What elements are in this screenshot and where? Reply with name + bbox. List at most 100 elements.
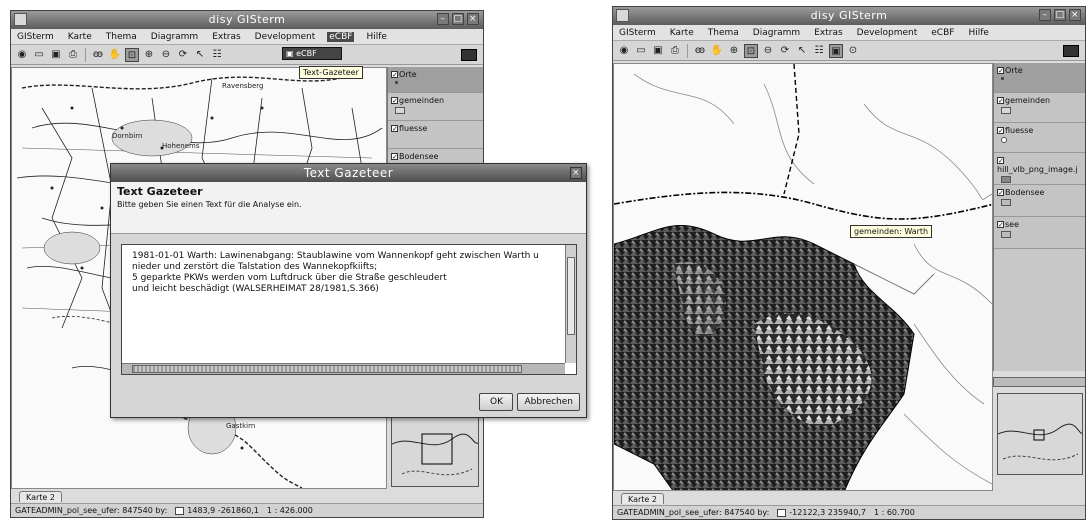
menu-hilfe[interactable]: Hilfe <box>364 32 388 42</box>
menu-diagramm[interactable]: Diagramm <box>149 32 200 42</box>
zoom-in-icon[interactable]: ⊕ <box>142 48 156 62</box>
layer-checkbox[interactable]: ✓ <box>391 71 398 79</box>
ecbf-logo-icon <box>461 48 477 61</box>
left-tabbar: Karte 2 <box>11 489 483 502</box>
menu-ecbf[interactable]: eCBF <box>327 31 355 42</box>
menu-thema[interactable]: Thema <box>104 32 139 42</box>
right-menubar: GISterm Karte Thema Diagramm Extras Deve… <box>613 25 1085 41</box>
info-icon[interactable]: ⊙ <box>846 44 860 58</box>
close-icon[interactable]: × <box>467 13 479 25</box>
select-icon[interactable]: ↖ <box>193 48 207 62</box>
globe-icon[interactable]: ◉ <box>617 44 631 58</box>
layer-checkbox[interactable]: ✓ <box>997 127 1004 135</box>
open-icon[interactable]: ▭ <box>634 44 648 58</box>
layer-bodensee[interactable]: ✓Bodensee <box>994 185 1085 217</box>
menu-development[interactable]: Development <box>253 32 318 42</box>
menu-thema[interactable]: Thema <box>706 28 741 38</box>
right-statusbar: GATEADMIN_pol_see_ufer: 847540 by: -1212… <box>613 505 1085 519</box>
zoom-box-icon[interactable]: ⊡ <box>744 43 758 58</box>
pan-icon[interactable]: ✋ <box>108 48 122 62</box>
layer-see[interactable]: ✓see <box>994 217 1085 249</box>
dialog-close-icon[interactable]: × <box>570 167 582 179</box>
dialog-title-bar[interactable]: Text Gazeteer × <box>111 164 586 182</box>
zoom-out-icon[interactable]: ⊖ <box>159 48 173 62</box>
left-menubar: GISterm Karte Thema Diagramm Extras Deve… <box>11 29 483 45</box>
vertical-scrollbar[interactable] <box>565 245 576 363</box>
right-toolbar: ◉ ▭ ▣ ⎙ ꙭ ✋ ⊕ ⊡ ⊖ ⟳ ↖ ☷ ▣ ⊙ <box>613 41 1085 61</box>
map-label-hohenems: Hohenems <box>162 142 200 150</box>
zoom-out-icon[interactable]: ⊖ <box>761 44 775 58</box>
menu-diagramm[interactable]: Diagramm <box>751 28 802 38</box>
maximize-icon[interactable]: □ <box>452 13 464 25</box>
left-title-bar[interactable]: disy GISterm – □ × <box>11 11 483 29</box>
ok-button[interactable]: OK <box>479 393 514 411</box>
layer-fluesse[interactable]: ✓fluesse <box>388 121 483 149</box>
layer-checkbox[interactable]: ✓ <box>391 153 398 161</box>
open-icon[interactable]: ▭ <box>32 48 46 62</box>
tab-karte-2[interactable]: Karte 2 <box>19 491 62 502</box>
layer-checkbox[interactable]: ✓ <box>997 67 1004 75</box>
menu-gisterm[interactable]: GISterm <box>15 32 56 42</box>
text-gazeteer-dialog: Text Gazeteer × Text Gazeteer Bitte gebe… <box>110 163 587 418</box>
layer-checkbox[interactable]: ✓ <box>997 221 1004 229</box>
status-coords: -12122,3 235940,7 <box>777 508 866 517</box>
menu-development[interactable]: Development <box>855 28 920 38</box>
polygon-symbol-icon <box>1001 199 1011 206</box>
zoom-box-icon[interactable]: ⊡ <box>125 47 139 62</box>
layer-checkbox[interactable]: ✓ <box>997 157 1004 165</box>
status-coords-value: 1483,9 -261860,1 <box>187 506 259 515</box>
globe-icon[interactable]: ◉ <box>15 48 29 62</box>
print-icon[interactable]: ⎙ <box>66 48 80 62</box>
refresh-icon[interactable]: ⟳ <box>778 44 792 58</box>
horizontal-scrollbar[interactable] <box>122 363 565 374</box>
save-icon[interactable]: ▣ <box>49 48 63 62</box>
right-map-canvas[interactable]: warth <box>613 63 993 491</box>
maximize-icon[interactable]: □ <box>1054 9 1066 21</box>
print-icon[interactable]: ⎙ <box>668 44 682 58</box>
menu-karte[interactable]: Karte <box>66 32 94 42</box>
table-icon[interactable]: ☷ <box>210 48 224 62</box>
layer-fluesse[interactable]: ✓fluesse <box>994 123 1085 153</box>
right-title-bar[interactable]: disy GISterm – □ × <box>613 7 1085 25</box>
layer-checkbox[interactable]: ✓ <box>997 97 1004 105</box>
layer-label: see <box>1005 220 1020 229</box>
raster-symbol-icon <box>1001 176 1011 183</box>
layer-gemeinden[interactable]: ✓gemeinden <box>994 93 1085 123</box>
menu-ecbf[interactable]: eCBF <box>929 28 956 38</box>
close-icon[interactable]: × <box>1069 9 1081 21</box>
gazeteer-text-input[interactable]: 1981-01-01 Warth: Lawinenabgang: Staubla… <box>121 244 577 375</box>
refresh-icon[interactable]: ⟳ <box>176 48 190 62</box>
ecbf-logo-icon <box>1063 44 1079 57</box>
binoculars-icon[interactable]: ꙭ <box>91 48 105 62</box>
ecbf-tool-icon[interactable]: ▣ <box>829 43 843 58</box>
layer-checkbox[interactable]: ✓ <box>997 189 1004 197</box>
menu-karte[interactable]: Karte <box>668 28 696 38</box>
layer-orte[interactable]: ✓Orte <box>388 67 483 93</box>
layer-hillshade[interactable]: ✓hill_vlb_png_image.j <box>994 153 1085 185</box>
scroll-thumb[interactable] <box>132 365 522 373</box>
menu-extras[interactable]: Extras <box>210 32 242 42</box>
save-icon[interactable]: ▣ <box>651 44 665 58</box>
minimize-icon[interactable]: – <box>437 13 449 25</box>
layer-gemeinden[interactable]: ✓gemeinden <box>388 93 483 121</box>
minimize-icon[interactable]: – <box>1039 9 1051 21</box>
zoom-in-icon[interactable]: ⊕ <box>727 44 741 58</box>
tab-karte-2[interactable]: Karte 2 <box>621 493 664 504</box>
select-icon[interactable]: ↖ <box>795 44 809 58</box>
menu-gisterm[interactable]: GISterm <box>617 28 658 38</box>
binoculars-icon[interactable]: ꙭ <box>693 44 707 58</box>
left-overview-map[interactable] <box>391 413 479 487</box>
right-overview-map[interactable] <box>997 393 1083 475</box>
cancel-button[interactable]: Abbrechen <box>517 393 580 411</box>
menu-extras[interactable]: Extras <box>812 28 844 38</box>
pan-icon[interactable]: ✋ <box>710 44 724 58</box>
layer-checkbox[interactable]: ✓ <box>391 97 398 105</box>
layer-checkbox[interactable]: ✓ <box>391 125 398 133</box>
layer-orte[interactable]: ✓Orte <box>994 63 1085 93</box>
table-icon[interactable]: ☷ <box>812 44 826 58</box>
scroll-thumb[interactable] <box>567 257 575 335</box>
layer-label: Orte <box>399 70 417 79</box>
layer-panel-hscroll[interactable] <box>993 377 1085 387</box>
ecbf-dropdown-item[interactable]: ▣ eCBF <box>282 47 342 60</box>
menu-hilfe[interactable]: Hilfe <box>966 28 990 38</box>
